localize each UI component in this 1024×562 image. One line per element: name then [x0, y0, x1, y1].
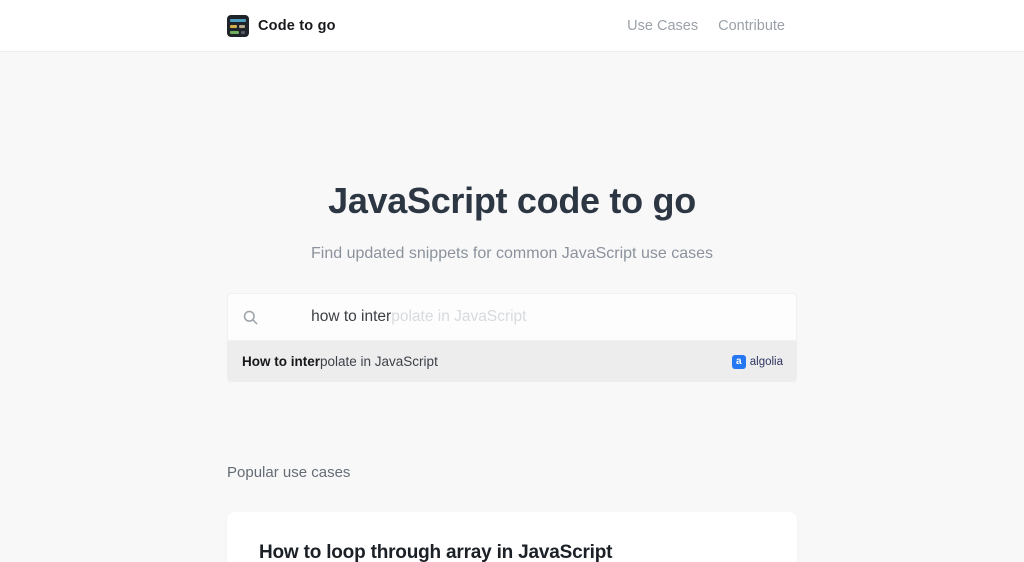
popular-use-cases-heading: Popular use cases: [227, 464, 351, 481]
search-icon: [243, 310, 258, 325]
nav-link-use-cases[interactable]: Use Cases: [627, 18, 698, 34]
page-title: JavaScript code to go: [328, 180, 696, 221]
nav-links: Use Cases Contribute: [627, 18, 785, 34]
nav-link-contribute[interactable]: Contribute: [718, 18, 785, 34]
navbar: Code to go Use Cases Contribute: [0, 0, 1024, 52]
hero-section: JavaScript code to go Find updated snipp…: [227, 52, 797, 263]
search-suggestion-item[interactable]: How to interpolate in JavaScript a algol…: [227, 341, 797, 382]
algolia-logo-icon: a: [731, 354, 746, 369]
search-input[interactable]: how to interpolate in JavaScript: [227, 293, 797, 341]
page-subtitle: Find updated snippets for common JavaScr…: [311, 245, 713, 262]
use-case-card[interactable]: How to loop through array in JavaScript: [227, 512, 797, 562]
search-input-value: how to inter: [311, 308, 392, 325]
brand-title: Code to go: [258, 17, 336, 34]
search-autocomplete-ghost: polate in JavaScript: [391, 308, 527, 325]
main-content: JavaScript code to go Find updated snipp…: [0, 52, 1024, 562]
code-editor-logo-icon: [227, 14, 249, 37]
brand-home-link[interactable]: Code to go: [227, 14, 336, 37]
use-case-card-title: How to loop through array in JavaScript: [259, 542, 613, 562]
search-section: how to interpolate in JavaScript How to …: [227, 293, 797, 382]
suggestion-rest-text: polate in JavaScript: [320, 354, 438, 369]
algolia-label: algolia: [749, 355, 783, 368]
suggestion-matched-text: How to inter: [242, 354, 320, 369]
algolia-attribution-badge[interactable]: a algolia: [731, 354, 783, 369]
